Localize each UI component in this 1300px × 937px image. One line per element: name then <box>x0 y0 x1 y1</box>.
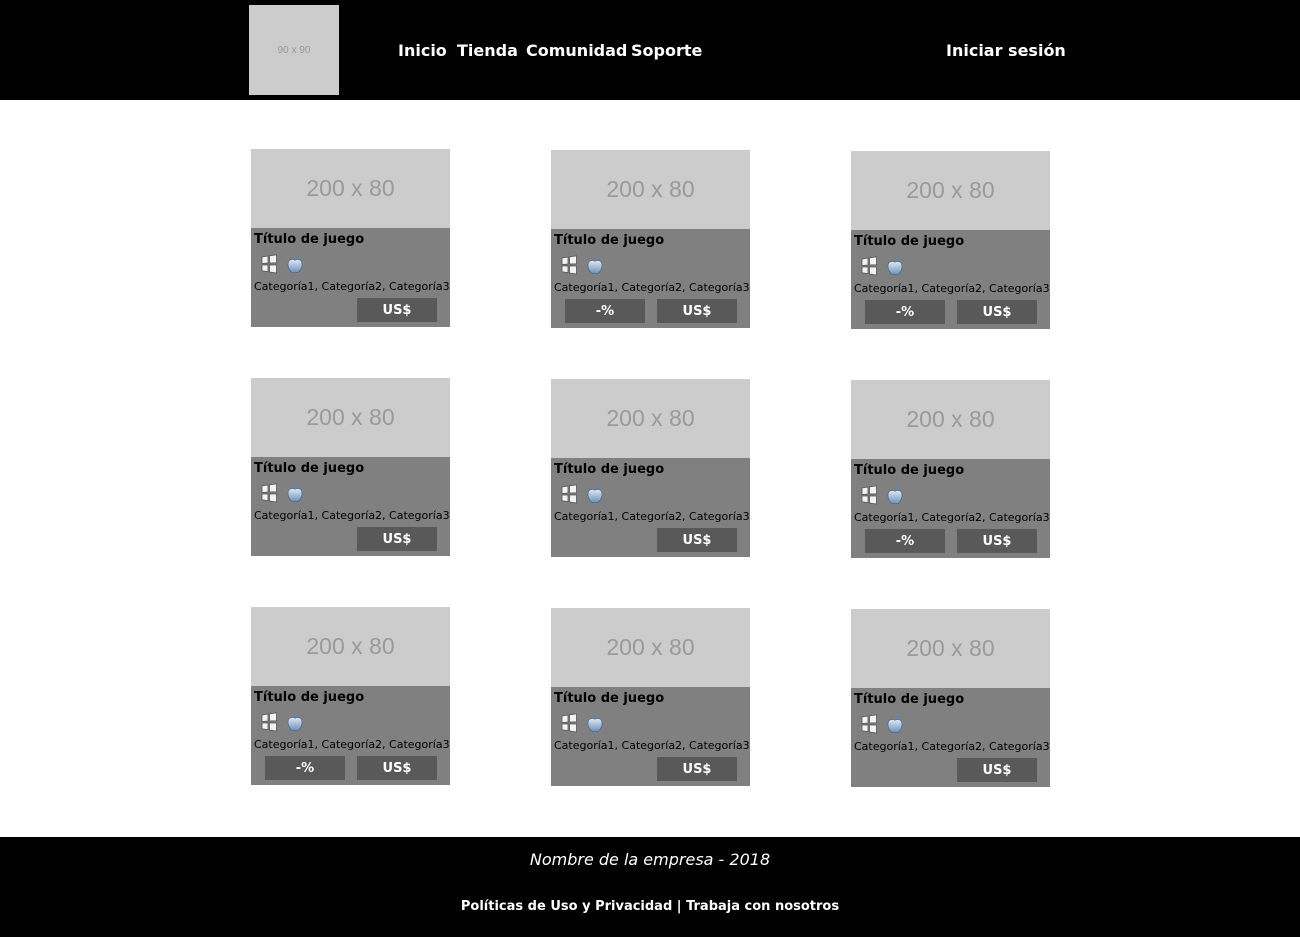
discount-button[interactable]: -% <box>865 300 945 324</box>
price-button[interactable]: US$ <box>657 757 737 781</box>
price-button[interactable]: US$ <box>357 527 437 551</box>
nav-tienda[interactable]: Tienda <box>457 41 518 61</box>
price-button[interactable]: US$ <box>957 529 1037 553</box>
game-categories: Categoría1, Categoría2, Categoría3 <box>254 280 450 293</box>
game-card[interactable]: 200 x 80 Título de juego Categoría1, Categ… <box>551 608 750 786</box>
game-card[interactable]: 200 x 80 Título de juego Categoría1, Categ… <box>851 151 1050 329</box>
game-categories: Categoría1, Categoría2, Categoría3 <box>854 740 1050 753</box>
game-card[interactable]: 200 x 80 Título de juego Categoría1, Categ… <box>251 378 450 556</box>
platform-icons <box>859 485 904 505</box>
apple-icon <box>586 713 604 733</box>
game-title[interactable]: Título de juego <box>254 232 364 247</box>
apple-icon <box>286 712 304 732</box>
apple-icon <box>586 484 604 504</box>
platform-icons <box>859 714 904 734</box>
windows-icon <box>559 713 586 733</box>
platform-icons <box>259 483 304 503</box>
windows-icon <box>259 254 286 274</box>
game-categories: Categoría1, Categoría2, Categoría3 <box>554 739 750 752</box>
price-button[interactable]: US$ <box>657 299 737 323</box>
price-button[interactable]: US$ <box>957 758 1037 782</box>
game-image-placeholder[interactable]: 200 x 80 <box>851 151 1050 230</box>
footer-company: Nombre de la empresa - 2018 <box>529 850 771 869</box>
nav-inicio[interactable]: Inicio <box>398 41 447 61</box>
discount-button[interactable]: -% <box>565 299 645 323</box>
platform-icons <box>559 484 604 504</box>
discount-button[interactable]: -% <box>865 529 945 553</box>
windows-icon <box>259 712 286 732</box>
game-categories: Categoría1, Categoría2, Categoría3 <box>554 281 750 294</box>
game-categories: Categoría1, Categoría2, Categoría3 <box>254 738 450 751</box>
discount-button[interactable]: -% <box>265 756 345 780</box>
game-image-placeholder[interactable]: 200 x 80 <box>551 379 750 458</box>
game-title[interactable]: Título de juego <box>554 691 664 706</box>
windows-icon <box>859 256 886 276</box>
game-image-placeholder[interactable]: 200 x 80 <box>251 378 450 457</box>
footer-links: Políticas de Uso y Privacidad | Trabaja … <box>0 899 1300 914</box>
platform-icons <box>559 713 604 733</box>
apple-icon <box>586 255 604 275</box>
footer-separator: | <box>676 899 682 914</box>
game-title[interactable]: Título de juego <box>254 690 364 705</box>
game-title[interactable]: Título de juego <box>254 461 364 476</box>
windows-icon <box>559 484 586 504</box>
game-categories: Categoría1, Categoría2, Categoría3 <box>554 510 750 523</box>
windows-icon <box>859 485 886 505</box>
platform-icons <box>259 712 304 732</box>
game-card[interactable]: 200 x 80 Título de juego Categoría1, Categ… <box>551 379 750 557</box>
game-card[interactable]: 200 x 80 Título de juego Categoría1, Categ… <box>851 609 1050 787</box>
game-title[interactable]: Título de juego <box>554 233 664 248</box>
game-categories: Categoría1, Categoría2, Categoría3 <box>854 511 1050 524</box>
windows-icon <box>259 483 286 503</box>
game-card[interactable]: 200 x 80 Título de juego Categoría1, Categ… <box>251 607 450 785</box>
game-title[interactable]: Título de juego <box>554 462 664 477</box>
site-header: 90 x 90 Inicio Tienda Comunidad Soporte … <box>0 0 1300 100</box>
careers-link[interactable]: Trabaja con nosotros <box>686 899 839 914</box>
platform-icons <box>259 254 304 274</box>
windows-icon <box>859 714 886 734</box>
apple-icon <box>886 256 904 276</box>
game-card[interactable]: 200 x 80 Título de juego Categoría1, Categ… <box>851 380 1050 558</box>
apple-icon <box>886 714 904 734</box>
site-logo[interactable]: 90 x 90 <box>249 5 339 95</box>
game-image-placeholder[interactable]: 200 x 80 <box>551 150 750 229</box>
game-image-placeholder[interactable]: 200 x 80 <box>251 149 450 228</box>
apple-icon <box>886 485 904 505</box>
price-button[interactable]: US$ <box>657 528 737 552</box>
privacy-policy-link[interactable]: Políticas de Uso y Privacidad <box>461 899 672 914</box>
nav-soporte[interactable]: Soporte <box>631 41 702 61</box>
game-image-placeholder[interactable]: 200 x 80 <box>851 609 1050 688</box>
site-footer: Nombre de la empresa - 2018 Políticas de… <box>0 837 1300 937</box>
game-image-placeholder[interactable]: 200 x 80 <box>851 380 1050 459</box>
platform-icons <box>559 255 604 275</box>
apple-icon <box>286 483 304 503</box>
price-button[interactable]: US$ <box>957 300 1037 324</box>
apple-icon <box>286 254 304 274</box>
game-image-placeholder[interactable]: 200 x 80 <box>251 607 450 686</box>
game-card[interactable]: 200 x 80 Título de juego Categoría1, Categ… <box>251 149 450 327</box>
game-title[interactable]: Título de juego <box>854 234 964 249</box>
game-card[interactable]: 200 x 80 Título de juego Categoría1, Categ… <box>551 150 750 328</box>
game-categories: Categoría1, Categoría2, Categoría3 <box>254 509 450 522</box>
game-title[interactable]: Título de juego <box>854 692 964 707</box>
login-link[interactable]: Iniciar sesión <box>946 41 1066 61</box>
nav-comunidad[interactable]: Comunidad <box>526 41 627 61</box>
price-button[interactable]: US$ <box>357 756 437 780</box>
game-categories: Categoría1, Categoría2, Categoría3 <box>854 282 1050 295</box>
platform-icons <box>859 256 904 276</box>
price-button[interactable]: US$ <box>357 298 437 322</box>
windows-icon <box>559 255 586 275</box>
game-title[interactable]: Título de juego <box>854 463 964 478</box>
game-image-placeholder[interactable]: 200 x 80 <box>551 608 750 687</box>
